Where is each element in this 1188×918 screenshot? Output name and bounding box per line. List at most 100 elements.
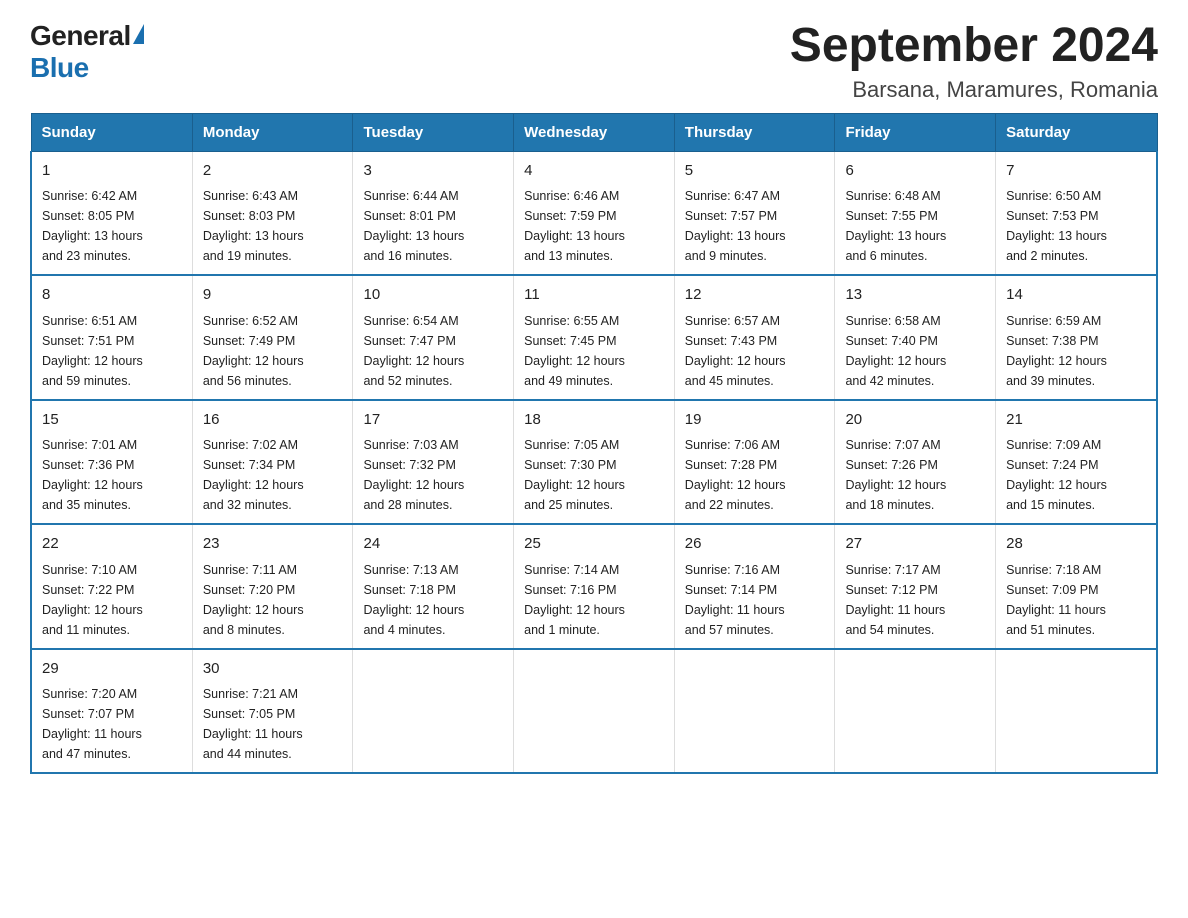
day-number: 8 bbox=[42, 284, 182, 307]
day-info: Sunrise: 6:57 AM Sunset: 7:43 PM Dayligh… bbox=[685, 311, 825, 391]
calendar-cell-1-3: 3 Sunrise: 6:44 AM Sunset: 8:01 PM Daylig… bbox=[353, 151, 514, 275]
day-info: Sunrise: 7:13 AM Sunset: 7:18 PM Dayligh… bbox=[363, 560, 503, 640]
calendar-table: SundayMondayTuesdayWednesdayThursdayFrid… bbox=[30, 113, 1158, 775]
day-number: 28 bbox=[1006, 533, 1146, 556]
day-number: 19 bbox=[685, 409, 825, 432]
logo-general: General bbox=[30, 20, 131, 52]
day-info: Sunrise: 6:54 AM Sunset: 7:47 PM Dayligh… bbox=[363, 311, 503, 391]
day-info: Sunrise: 6:59 AM Sunset: 7:38 PM Dayligh… bbox=[1006, 311, 1146, 391]
calendar-cell-2-4: 11 Sunrise: 6:55 AM Sunset: 7:45 PM Dayli… bbox=[514, 275, 675, 400]
day-info: Sunrise: 6:47 AM Sunset: 7:57 PM Dayligh… bbox=[685, 186, 825, 266]
day-number: 6 bbox=[845, 160, 985, 183]
calendar-cell-3-2: 16 Sunrise: 7:02 AM Sunset: 7:34 PM Dayli… bbox=[192, 400, 353, 525]
header-day-sunday: Sunday bbox=[31, 113, 192, 151]
day-info: Sunrise: 6:44 AM Sunset: 8:01 PM Dayligh… bbox=[363, 186, 503, 266]
day-info: Sunrise: 7:14 AM Sunset: 7:16 PM Dayligh… bbox=[524, 560, 664, 640]
day-number: 1 bbox=[42, 160, 182, 183]
day-info: Sunrise: 6:43 AM Sunset: 8:03 PM Dayligh… bbox=[203, 186, 343, 266]
calendar-cell-2-3: 10 Sunrise: 6:54 AM Sunset: 7:47 PM Dayli… bbox=[353, 275, 514, 400]
calendar-cell-2-1: 8 Sunrise: 6:51 AM Sunset: 7:51 PM Daylig… bbox=[31, 275, 192, 400]
calendar-cell-2-2: 9Sunrise: 6:52 AM Sunset: 7:49 PM Daylig… bbox=[192, 275, 353, 400]
day-number: 16 bbox=[203, 409, 343, 432]
day-number: 7 bbox=[1006, 160, 1146, 183]
day-number: 14 bbox=[1006, 284, 1146, 307]
calendar-cell-4-5: 26 Sunrise: 7:16 AM Sunset: 7:14 PM Dayli… bbox=[674, 524, 835, 649]
day-info: Sunrise: 7:01 AM Sunset: 7:36 PM Dayligh… bbox=[42, 435, 182, 515]
day-info: Sunrise: 7:06 AM Sunset: 7:28 PM Dayligh… bbox=[685, 435, 825, 515]
calendar-cell-4-7: 28Sunrise: 7:18 AM Sunset: 7:09 PM Dayli… bbox=[996, 524, 1157, 649]
day-info: Sunrise: 7:02 AM Sunset: 7:34 PM Dayligh… bbox=[203, 435, 343, 515]
calendar-week-1: 1 Sunrise: 6:42 AM Sunset: 8:05 PM Daylig… bbox=[31, 151, 1157, 275]
day-number: 26 bbox=[685, 533, 825, 556]
day-info: Sunrise: 7:21 AM Sunset: 7:05 PM Dayligh… bbox=[203, 684, 343, 764]
logo: General Blue bbox=[30, 20, 144, 84]
header-day-thursday: Thursday bbox=[674, 113, 835, 151]
header-day-monday: Monday bbox=[192, 113, 353, 151]
day-info: Sunrise: 6:51 AM Sunset: 7:51 PM Dayligh… bbox=[42, 311, 182, 391]
calendar-cell-1-4: 4 Sunrise: 6:46 AM Sunset: 7:59 PM Daylig… bbox=[514, 151, 675, 275]
calendar-cell-5-6 bbox=[835, 649, 996, 774]
day-info: Sunrise: 7:16 AM Sunset: 7:14 PM Dayligh… bbox=[685, 560, 825, 640]
day-number: 30 bbox=[203, 658, 343, 681]
day-number: 29 bbox=[42, 658, 182, 681]
day-info: Sunrise: 6:48 AM Sunset: 7:55 PM Dayligh… bbox=[845, 186, 985, 266]
day-info: Sunrise: 7:10 AM Sunset: 7:22 PM Dayligh… bbox=[42, 560, 182, 640]
day-info: Sunrise: 6:55 AM Sunset: 7:45 PM Dayligh… bbox=[524, 311, 664, 391]
day-number: 10 bbox=[363, 284, 503, 307]
header-day-wednesday: Wednesday bbox=[514, 113, 675, 151]
day-number: 12 bbox=[685, 284, 825, 307]
day-info: Sunrise: 7:11 AM Sunset: 7:20 PM Dayligh… bbox=[203, 560, 343, 640]
logo-blue: Blue bbox=[30, 52, 89, 83]
day-number: 20 bbox=[845, 409, 985, 432]
day-number: 24 bbox=[363, 533, 503, 556]
calendar-cell-3-5: 19 Sunrise: 7:06 AM Sunset: 7:28 PM Dayli… bbox=[674, 400, 835, 525]
calendar-cell-4-4: 25 Sunrise: 7:14 AM Sunset: 7:16 PM Dayli… bbox=[514, 524, 675, 649]
day-number: 15 bbox=[42, 409, 182, 432]
calendar-week-5: 29Sunrise: 7:20 AM Sunset: 7:07 PM Dayli… bbox=[31, 649, 1157, 774]
calendar-cell-1-7: 7 Sunrise: 6:50 AM Sunset: 7:53 PM Daylig… bbox=[996, 151, 1157, 275]
day-number: 5 bbox=[685, 160, 825, 183]
day-number: 25 bbox=[524, 533, 664, 556]
calendar-cell-5-3 bbox=[353, 649, 514, 774]
calendar-cell-5-2: 30 Sunrise: 7:21 AM Sunset: 7:05 PM Dayli… bbox=[192, 649, 353, 774]
day-info: Sunrise: 7:03 AM Sunset: 7:32 PM Dayligh… bbox=[363, 435, 503, 515]
calendar-cell-4-3: 24 Sunrise: 7:13 AM Sunset: 7:18 PM Dayli… bbox=[353, 524, 514, 649]
header-day-saturday: Saturday bbox=[996, 113, 1157, 151]
day-number: 23 bbox=[203, 533, 343, 556]
calendar-week-2: 8 Sunrise: 6:51 AM Sunset: 7:51 PM Daylig… bbox=[31, 275, 1157, 400]
calendar-cell-1-6: 6 Sunrise: 6:48 AM Sunset: 7:55 PM Daylig… bbox=[835, 151, 996, 275]
calendar-cell-3-7: 21Sunrise: 7:09 AM Sunset: 7:24 PM Dayli… bbox=[996, 400, 1157, 525]
header: General Blue September 2024 Barsana, Mar… bbox=[30, 20, 1158, 103]
calendar-cell-4-1: 22Sunrise: 7:10 AM Sunset: 7:22 PM Dayli… bbox=[31, 524, 192, 649]
day-info: Sunrise: 6:42 AM Sunset: 8:05 PM Dayligh… bbox=[42, 186, 182, 266]
day-number: 17 bbox=[363, 409, 503, 432]
day-info: Sunrise: 7:09 AM Sunset: 7:24 PM Dayligh… bbox=[1006, 435, 1146, 515]
calendar-cell-1-2: 2 Sunrise: 6:43 AM Sunset: 8:03 PM Daylig… bbox=[192, 151, 353, 275]
calendar-cell-5-5 bbox=[674, 649, 835, 774]
day-info: Sunrise: 6:52 AM Sunset: 7:49 PM Dayligh… bbox=[203, 311, 343, 391]
day-info: Sunrise: 7:07 AM Sunset: 7:26 PM Dayligh… bbox=[845, 435, 985, 515]
day-info: Sunrise: 7:05 AM Sunset: 7:30 PM Dayligh… bbox=[524, 435, 664, 515]
calendar-cell-3-6: 20 Sunrise: 7:07 AM Sunset: 7:26 PM Dayli… bbox=[835, 400, 996, 525]
calendar-cell-4-6: 27Sunrise: 7:17 AM Sunset: 7:12 PM Dayli… bbox=[835, 524, 996, 649]
page-title: September 2024 bbox=[790, 20, 1158, 73]
logo-arrow-icon bbox=[133, 24, 144, 44]
calendar-cell-3-4: 18Sunrise: 7:05 AM Sunset: 7:30 PM Dayli… bbox=[514, 400, 675, 525]
subtitle: Barsana, Maramures, Romania bbox=[790, 77, 1158, 103]
day-number: 3 bbox=[363, 160, 503, 183]
day-info: Sunrise: 6:58 AM Sunset: 7:40 PM Dayligh… bbox=[845, 311, 985, 391]
calendar-cell-2-5: 12 Sunrise: 6:57 AM Sunset: 7:43 PM Dayli… bbox=[674, 275, 835, 400]
calendar-header-row: SundayMondayTuesdayWednesdayThursdayFrid… bbox=[31, 113, 1157, 151]
calendar-cell-5-4 bbox=[514, 649, 675, 774]
day-info: Sunrise: 6:46 AM Sunset: 7:59 PM Dayligh… bbox=[524, 186, 664, 266]
calendar-cell-1-1: 1 Sunrise: 6:42 AM Sunset: 8:05 PM Daylig… bbox=[31, 151, 192, 275]
calendar-week-3: 15 Sunrise: 7:01 AM Sunset: 7:36 PM Dayli… bbox=[31, 400, 1157, 525]
calendar-cell-3-1: 15 Sunrise: 7:01 AM Sunset: 7:36 PM Dayli… bbox=[31, 400, 192, 525]
day-number: 11 bbox=[524, 284, 664, 307]
calendar-cell-3-3: 17 Sunrise: 7:03 AM Sunset: 7:32 PM Dayli… bbox=[353, 400, 514, 525]
day-info: Sunrise: 6:50 AM Sunset: 7:53 PM Dayligh… bbox=[1006, 186, 1146, 266]
day-number: 4 bbox=[524, 160, 664, 183]
calendar-cell-2-7: 14 Sunrise: 6:59 AM Sunset: 7:38 PM Dayli… bbox=[996, 275, 1157, 400]
day-number: 2 bbox=[203, 160, 343, 183]
calendar-cell-5-7 bbox=[996, 649, 1157, 774]
